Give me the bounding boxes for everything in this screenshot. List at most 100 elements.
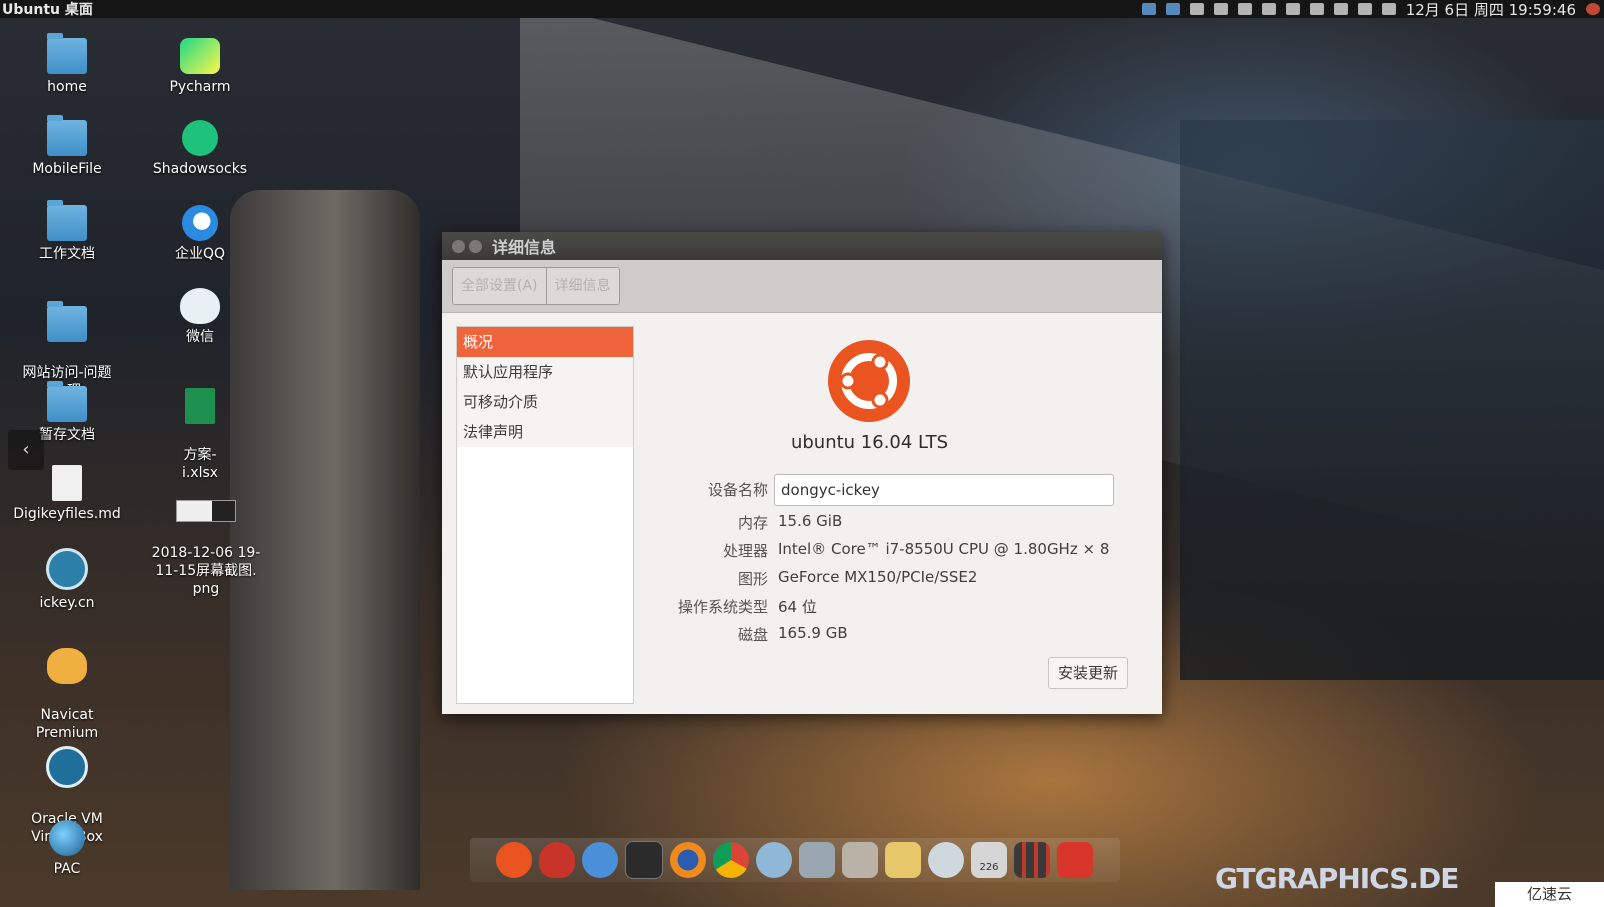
desktop-icon-label: MobileFile <box>32 161 102 177</box>
ickey-app-icon <box>46 548 88 590</box>
terminal-icon[interactable] <box>625 841 663 879</box>
desktop-icon-label: 微信 <box>186 329 214 345</box>
firefox-icon[interactable] <box>670 842 706 878</box>
navicat-icon <box>47 648 87 684</box>
document-icon <box>52 465 82 501</box>
desktop-icon-shadowsocks[interactable]: Shadowsocks <box>140 120 260 178</box>
minimize-icon[interactable] <box>469 239 482 253</box>
os-type-value: 64 位 <box>778 598 817 616</box>
desktop-icon-label: PAC <box>53 861 81 877</box>
desktop-icon-xlsx[interactable]: 方案- i.xlsx <box>140 370 260 500</box>
trash-icon[interactable]: 226 <box>971 842 1007 878</box>
mail-icon[interactable] <box>756 842 792 878</box>
power-tray-icon[interactable] <box>1586 3 1600 15</box>
details-sidebar: 概况 默认应用程序 可移动介质 法律声明 <box>456 326 634 704</box>
desktop-icon-label: 企业QQ <box>174 246 226 262</box>
desktop-icon-label: Digikeyfiles.md <box>13 506 121 522</box>
volume-tray-icon[interactable] <box>1381 3 1396 15</box>
window-toolbar: 全部设置(A) 详细信息 <box>442 260 1162 313</box>
processor-value: Intel® Core™ i7-8550U CPU @ 1.80GHz × 8 <box>778 540 1110 558</box>
window-title: 详细信息 <box>492 238 557 257</box>
close-icon[interactable] <box>452 239 465 253</box>
dock: 226 <box>470 838 1120 882</box>
desktop-icon-pac[interactable]: PAC <box>7 820 127 878</box>
disk-label: 磁盘 <box>737 626 768 644</box>
details-window: 详细信息 全部设置(A) 详细信息 概况 默认应用程序 可移动介质 法律声明 u… <box>442 232 1162 714</box>
desktop-icon-ickey[interactable]: ickey.cn <box>7 548 127 612</box>
pycharm-icon <box>180 38 220 74</box>
memory-value: 15.6 GiB <box>778 512 843 530</box>
virtualbox-icon <box>46 746 88 788</box>
desktop-icon-mobilefile[interactable]: MobileFile <box>7 115 127 178</box>
graphics-label: 图形 <box>737 570 768 588</box>
wallpaper-city <box>1180 120 1604 680</box>
network-tray-icon[interactable] <box>1285 3 1300 15</box>
desktop-icon-digikeyfiles[interactable]: Digikeyfiles.md <box>7 465 127 523</box>
ubuntu-logo-icon <box>828 340 910 422</box>
network-icon[interactable] <box>799 842 835 878</box>
disk-value: 165.9 GB <box>778 624 848 642</box>
ubuntu-icon[interactable] <box>496 842 532 878</box>
folder-icon <box>47 381 87 422</box>
trash-count: 226 <box>979 862 999 873</box>
window-titlebar[interactable]: 详细信息 <box>442 232 1162 260</box>
wechat-tray-icon[interactable] <box>1237 3 1252 15</box>
chrome-icon[interactable] <box>713 842 749 878</box>
flame-icon[interactable] <box>539 842 575 878</box>
sidebar-item-default-apps[interactable]: 默认应用程序 <box>457 357 633 387</box>
sidebar-item-removable-media[interactable]: 可移动介质 <box>457 387 633 417</box>
power-icon[interactable] <box>1057 842 1093 878</box>
desktop-icon-qq-enterprise[interactable]: 企业QQ <box>140 205 260 263</box>
chevron-left-icon[interactable]: ‹ <box>8 430 44 470</box>
files-icon[interactable] <box>842 842 878 878</box>
os-name: ubuntu 16.04 LTS <box>790 432 949 453</box>
desktop-icon-wechat[interactable]: 微信 <box>140 288 260 346</box>
chat-tray-icon[interactable] <box>1333 3 1348 15</box>
corner-logo: 亿速云 <box>1495 882 1604 907</box>
desktop-icon-label: Pycharm <box>169 79 231 95</box>
desktop-icon-label: Shadowsocks <box>152 161 248 177</box>
chrome-tray-icon[interactable] <box>1189 3 1204 15</box>
desktop-icon-label: 2018-12-06 19- 11-15屏幕截图. png <box>151 545 261 597</box>
panel-title: Ubuntu 桌面 <box>2 2 93 18</box>
keyboard-tray-icon[interactable] <box>1213 3 1228 15</box>
home-folder-icon <box>47 33 87 74</box>
desktop-icon-pycharm[interactable]: Pycharm <box>140 38 260 96</box>
bluetooth-tray-icon[interactable] <box>1309 3 1324 15</box>
device-name-field[interactable] <box>774 474 1114 506</box>
folder-icon <box>47 115 87 156</box>
all-settings-button[interactable]: 全部设置(A) <box>453 268 546 304</box>
qq-enterprise-icon <box>182 205 218 241</box>
system-tray: 12月 6日 周四 19:59:46 <box>1141 0 1604 20</box>
app-grid-icon[interactable] <box>1014 842 1050 878</box>
sidebar-item-legal-notice[interactable]: 法律声明 <box>457 417 633 447</box>
memory-label: 内存 <box>737 514 768 532</box>
pac-globe-icon <box>49 820 85 856</box>
os-type-label: 操作系统类型 <box>677 598 768 616</box>
shadowsocks-icon <box>182 120 218 156</box>
qq-tray-icon[interactable] <box>1141 3 1156 15</box>
screen-tray-icon[interactable] <box>1261 3 1276 15</box>
desktop-icon-label: home <box>47 79 87 95</box>
wechat-icon <box>180 288 220 324</box>
sidebar-item-overview[interactable]: 概况 <box>457 327 633 357</box>
desktop-icon-label: ickey.cn <box>39 595 95 611</box>
install-updates-button[interactable]: 安装更新 <box>1048 657 1128 689</box>
folder-icon <box>47 200 87 241</box>
desktop-icon-label: 工作文档 <box>39 246 95 262</box>
top-panel: Ubuntu 桌面 12月 6日 周四 19:59:46 <box>0 0 1604 20</box>
clock[interactable]: 12月 6日 周四 19:59:46 <box>1406 0 1576 20</box>
text-editor-icon[interactable] <box>885 842 921 878</box>
battery-tray-icon[interactable] <box>1357 3 1372 15</box>
desktop-icon-work-docs[interactable]: 工作文档 <box>7 200 127 263</box>
folder-icon <box>47 301 87 342</box>
indicator-tray-icon[interactable] <box>1165 3 1180 15</box>
desktop-icon-home[interactable]: home <box>7 33 127 96</box>
image-thumbnail-icon <box>176 500 236 522</box>
finder-icon[interactable] <box>582 842 618 878</box>
desktop-icon-label: 方案- i.xlsx <box>181 447 219 481</box>
overview-panel: ubuntu 16.04 LTS 设备名称 内存 15.6 GiB 处理器 In… <box>632 312 1162 714</box>
details-breadcrumb-button[interactable]: 详细信息 <box>545 268 619 304</box>
desktop-icon-screenshot[interactable]: 2018-12-06 19- 11-15屏幕截图. png <box>146 482 266 616</box>
wechat-dock-icon[interactable] <box>928 842 964 878</box>
